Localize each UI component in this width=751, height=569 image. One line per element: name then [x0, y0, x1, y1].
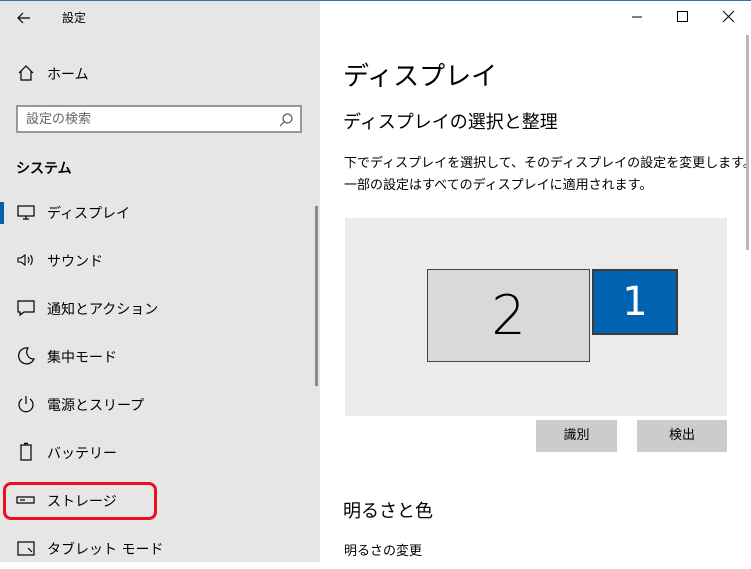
sidebar-item-label: 電源とスリープ	[47, 398, 145, 414]
sidebar: 設定 ホーム システム ディスプレイ サウンド 通知とアクション 集中モード 電…	[0, 1, 320, 562]
minimize-icon	[632, 16, 642, 18]
display-1-tile[interactable]: 1	[592, 269, 678, 335]
sidebar-scrollbar[interactable]	[315, 206, 318, 386]
storage-highlight-annotation	[3, 482, 157, 520]
sidebar-item-label: タブレット モード	[47, 542, 164, 558]
home-icon	[18, 65, 34, 81]
monitor-icon	[17, 205, 35, 220]
maximize-button[interactable]	[662, 2, 702, 30]
detect-button[interactable]: 検出	[637, 420, 727, 452]
description-line-2: 一部の設定はすべてのディスプレイに適用されます。	[344, 178, 653, 193]
page-title: ディスプレイ	[343, 62, 498, 92]
battery-icon	[20, 442, 32, 461]
identify-button[interactable]: 識別	[536, 420, 617, 452]
display-2-tile[interactable]: 2	[427, 269, 590, 362]
search-box[interactable]	[16, 105, 302, 133]
sidebar-item-battery[interactable]: バッテリー	[0, 433, 320, 473]
description-line-1: 下でディスプレイを選択して、そのディスプレイの設定を変更します。	[344, 156, 751, 171]
sidebar-item-label: バッテリー	[47, 446, 117, 462]
sidebar-item-display[interactable]: ディスプレイ	[0, 193, 320, 233]
window-title: 設定	[62, 11, 87, 25]
description: 下でディスプレイを選択して、そのディスプレイの設定を変更します。 一部の設定はす…	[344, 153, 751, 197]
brightness-header: 明るさと色	[343, 501, 433, 522]
sidebar-item-power[interactable]: 電源とスリープ	[0, 385, 320, 425]
brightness-change-label: 明るさの変更	[344, 544, 423, 559]
home-label: ホーム	[47, 67, 89, 83]
arrange-header: ディスプレイの選択と整理	[343, 112, 558, 133]
minimize-button[interactable]	[617, 2, 657, 30]
sidebar-item-tablet[interactable]: タブレット モード	[0, 529, 320, 569]
sidebar-item-sound[interactable]: サウンド	[0, 241, 320, 281]
content-scrollbar[interactable]	[746, 35, 749, 250]
tablet-icon	[17, 541, 35, 556]
sidebar-item-label: 通知とアクション	[47, 302, 159, 318]
display-arrangement-area[interactable]: 2 1	[345, 218, 727, 416]
power-icon	[18, 396, 34, 413]
message-icon	[17, 300, 35, 317]
sidebar-item-label: ディスプレイ	[47, 206, 131, 222]
sidebar-item-notifications[interactable]: 通知とアクション	[0, 289, 320, 329]
section-header: システム	[16, 161, 72, 177]
search-input[interactable]	[26, 110, 266, 128]
search-icon	[279, 113, 293, 127]
sidebar-item-focus[interactable]: 集中モード	[0, 337, 320, 377]
sidebar-item-label: 集中モード	[47, 350, 117, 366]
back-button[interactable]	[10, 6, 38, 30]
close-icon	[722, 10, 735, 23]
arrow-left-icon	[17, 12, 30, 24]
moon-icon	[18, 347, 35, 365]
sidebar-item-label: サウンド	[47, 254, 103, 270]
maximize-icon	[677, 11, 688, 22]
sidebar-item-home[interactable]: ホーム	[0, 54, 320, 94]
close-button[interactable]	[708, 2, 748, 30]
speaker-icon	[17, 253, 33, 267]
